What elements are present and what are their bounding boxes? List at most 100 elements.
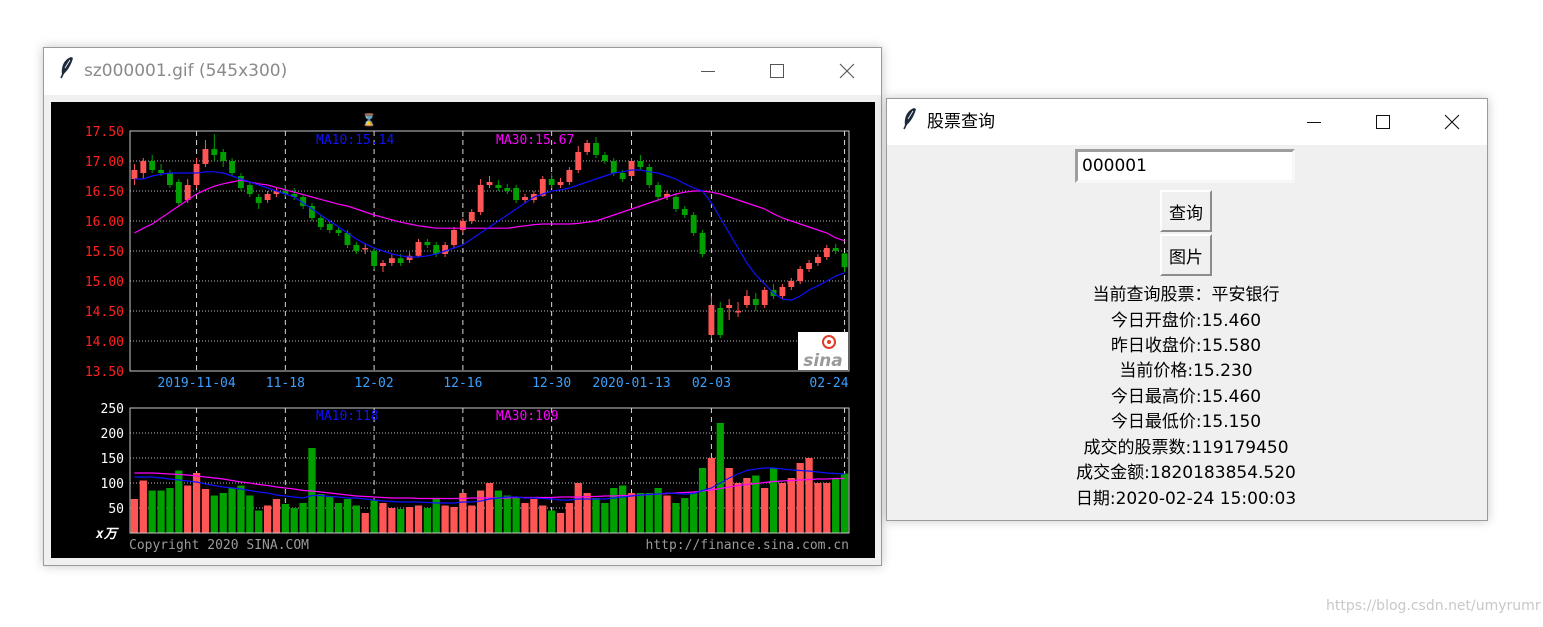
volume-bar (796, 463, 804, 533)
date-tick-label: 2019-11-04 (157, 376, 235, 391)
volume-ma10-legend: MA10:118 (316, 409, 379, 424)
stock-code-input[interactable] (1075, 149, 1295, 183)
volume-bar (299, 503, 307, 533)
candle-body (726, 305, 733, 308)
candle-body (752, 299, 759, 305)
volume-bar (237, 485, 245, 533)
volume-bar (592, 498, 600, 533)
candle-body (735, 311, 741, 313)
candle-body (149, 161, 156, 170)
volume-bar (539, 505, 547, 533)
stock-query-window: 股票查询 查询 图片 当前查询股票：平安银行 今日开盘价:15.460 昨日收盘… (886, 98, 1488, 521)
volume-bar (228, 488, 236, 533)
candle-body (814, 257, 821, 263)
query-maximize-button[interactable] (1360, 99, 1406, 145)
candle-body (140, 161, 147, 173)
volume-bar (690, 493, 698, 533)
date-label: 日期:2020-02-24 15:00:03 (1075, 489, 1297, 509)
minimize-icon (701, 71, 715, 72)
candle-body (131, 170, 138, 179)
volume-bar (485, 483, 494, 533)
candle-body (548, 179, 555, 185)
candle-body (388, 258, 395, 263)
volume-bar (547, 510, 556, 533)
candle-body (211, 149, 218, 155)
volume-bar (352, 505, 360, 533)
volume-bar (627, 493, 636, 533)
candle-body (779, 287, 786, 296)
volume-bar (556, 513, 565, 533)
image-button[interactable]: 图片 (1160, 234, 1212, 276)
volume-tick-label: 150 (101, 452, 124, 467)
candle-body (495, 185, 502, 188)
candlesticks (131, 134, 848, 338)
price-tick-label: 14.50 (85, 305, 124, 320)
volume-bar (255, 510, 263, 533)
open-price-label: 今日开盘价:15.460 (1110, 311, 1262, 331)
sina-logo: sina (798, 332, 848, 371)
high-price-label: 今日最高价:15.460 (1110, 387, 1262, 407)
candle-body (806, 263, 812, 269)
volume-bar (414, 505, 423, 533)
query-minimize-button[interactable] (1291, 99, 1337, 145)
volume-bar (210, 495, 218, 533)
svg-text:sina: sina (803, 351, 843, 371)
volume-bar (281, 504, 289, 533)
volume-bar (698, 468, 707, 533)
volume-bar (565, 503, 574, 533)
candle-body (371, 251, 378, 266)
query-window-title: 股票查询 (927, 112, 995, 132)
volume-bar (574, 483, 582, 533)
candle-body (841, 253, 848, 268)
chart-close-button[interactable] (824, 48, 870, 94)
current-price-label: 当前价格:15.230 (1119, 361, 1253, 381)
candle-body (593, 143, 599, 155)
volume-bar (823, 483, 831, 533)
source-url-text: http://finance.sina.com.cn (646, 538, 850, 553)
candle-body (335, 230, 342, 233)
volume-bar (263, 505, 272, 533)
date-tick-label: 02-03 (692, 376, 731, 391)
candle-body (158, 170, 165, 173)
volume-tick-label: 200 (101, 427, 124, 442)
candle-body (353, 245, 360, 251)
query-button[interactable]: 查询 (1160, 190, 1212, 232)
volume-tick-label: 50 (108, 502, 124, 517)
candle-body (220, 152, 227, 161)
volume-bar (805, 458, 813, 533)
candle-body (761, 290, 768, 305)
candle-body (167, 173, 173, 185)
candle-body (184, 185, 191, 200)
volume-bar (716, 423, 724, 533)
volume-bar (619, 485, 627, 533)
candle-body (326, 224, 333, 230)
maximize-icon (770, 64, 784, 78)
chart-maximize-button[interactable] (754, 48, 800, 94)
chart-minimize-button[interactable] (685, 48, 731, 94)
price-tick-label: 16.00 (85, 215, 124, 230)
date-tick-label: 12-16 (443, 376, 482, 391)
volume-bar (734, 483, 742, 533)
stock-chart-image: 17.50 17.00 16.50 16.00 15.50 15.00 14.50 14.00… (51, 102, 875, 558)
candle-body (229, 161, 236, 173)
candle-body (264, 194, 271, 200)
volume-bar (139, 480, 147, 533)
volume-bar (610, 488, 618, 533)
crosshair-marker: ⌛ (362, 113, 377, 127)
candle-body (202, 149, 209, 164)
candle-body (362, 248, 369, 250)
query-close-button[interactable] (1429, 99, 1475, 145)
candle-body (788, 281, 795, 287)
chart-window-titlebar[interactable]: sz000001.gif (545x300) (44, 48, 881, 95)
price-tick-label: 15.50 (85, 245, 124, 260)
query-window-titlebar[interactable]: 股票查询 (887, 99, 1487, 145)
price-tick-label: 17.50 (85, 125, 124, 140)
volume-bar (130, 499, 139, 533)
volume-bar (512, 498, 520, 533)
volume-bar (681, 498, 689, 533)
date-tick-label: 02-24 (809, 376, 848, 391)
candle-body (504, 188, 511, 191)
volume-bar (672, 503, 680, 533)
volume-bars (130, 423, 849, 533)
candle-body (637, 161, 644, 167)
